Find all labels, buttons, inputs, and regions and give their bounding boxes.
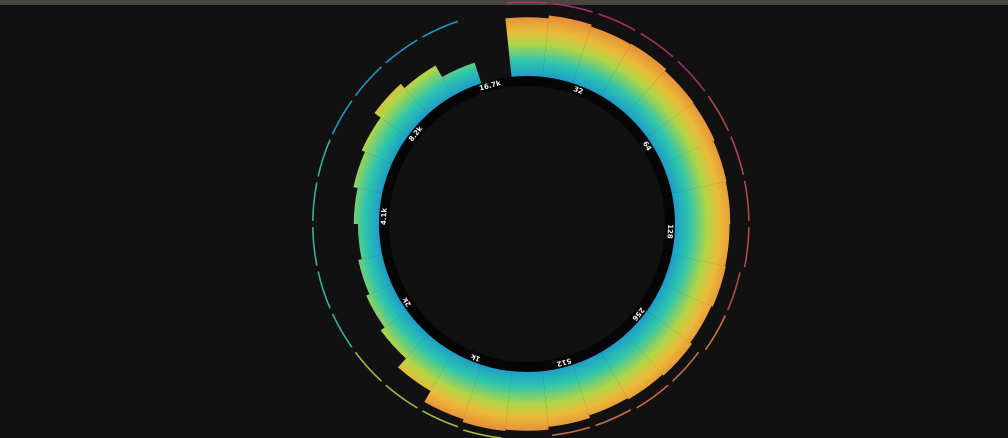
tick-label-3: 128 xyxy=(665,224,674,239)
tick-label-8: 4.1k xyxy=(380,207,389,225)
peak-outline-8 xyxy=(743,227,750,268)
peak-outline-22 xyxy=(312,226,318,266)
peak-outline-26 xyxy=(354,66,383,97)
radial-bar-15 xyxy=(505,367,549,431)
peak-outline-18 xyxy=(385,384,418,409)
peak-outline-24 xyxy=(317,139,331,177)
peak-outline-6 xyxy=(730,136,745,176)
peak-outline-27 xyxy=(385,39,418,64)
peak-outline-20 xyxy=(331,313,353,348)
peak-outline-25 xyxy=(331,100,353,135)
peak-outline-9 xyxy=(727,272,741,311)
peak-outline-21 xyxy=(317,271,331,309)
peak-outline-16 xyxy=(463,429,502,438)
peak-outline-4 xyxy=(677,60,706,92)
peak-outline-14 xyxy=(552,426,591,437)
peak-outline-0 xyxy=(506,1,548,4)
peak-outline-2 xyxy=(598,13,636,31)
peak-outline-23 xyxy=(312,182,318,222)
radial-bar-0 xyxy=(505,17,549,81)
inner-hole xyxy=(390,87,664,361)
peak-outline-7 xyxy=(743,180,750,221)
radial-chart-container: 16.7k 32 64 128 256 512 1k 2k 4.1k 8.2k xyxy=(0,0,1008,438)
peak-outline-10 xyxy=(704,315,726,351)
radial-bar-chart: 16.7k 32641282565121k2k4.1k8.2k xyxy=(312,1,750,438)
peak-outline-13 xyxy=(595,409,632,427)
peak-outline-19 xyxy=(354,351,383,382)
peak-outline-28 xyxy=(422,20,459,38)
peak-outline-1 xyxy=(553,2,593,13)
peak-outline-5 xyxy=(707,95,730,132)
